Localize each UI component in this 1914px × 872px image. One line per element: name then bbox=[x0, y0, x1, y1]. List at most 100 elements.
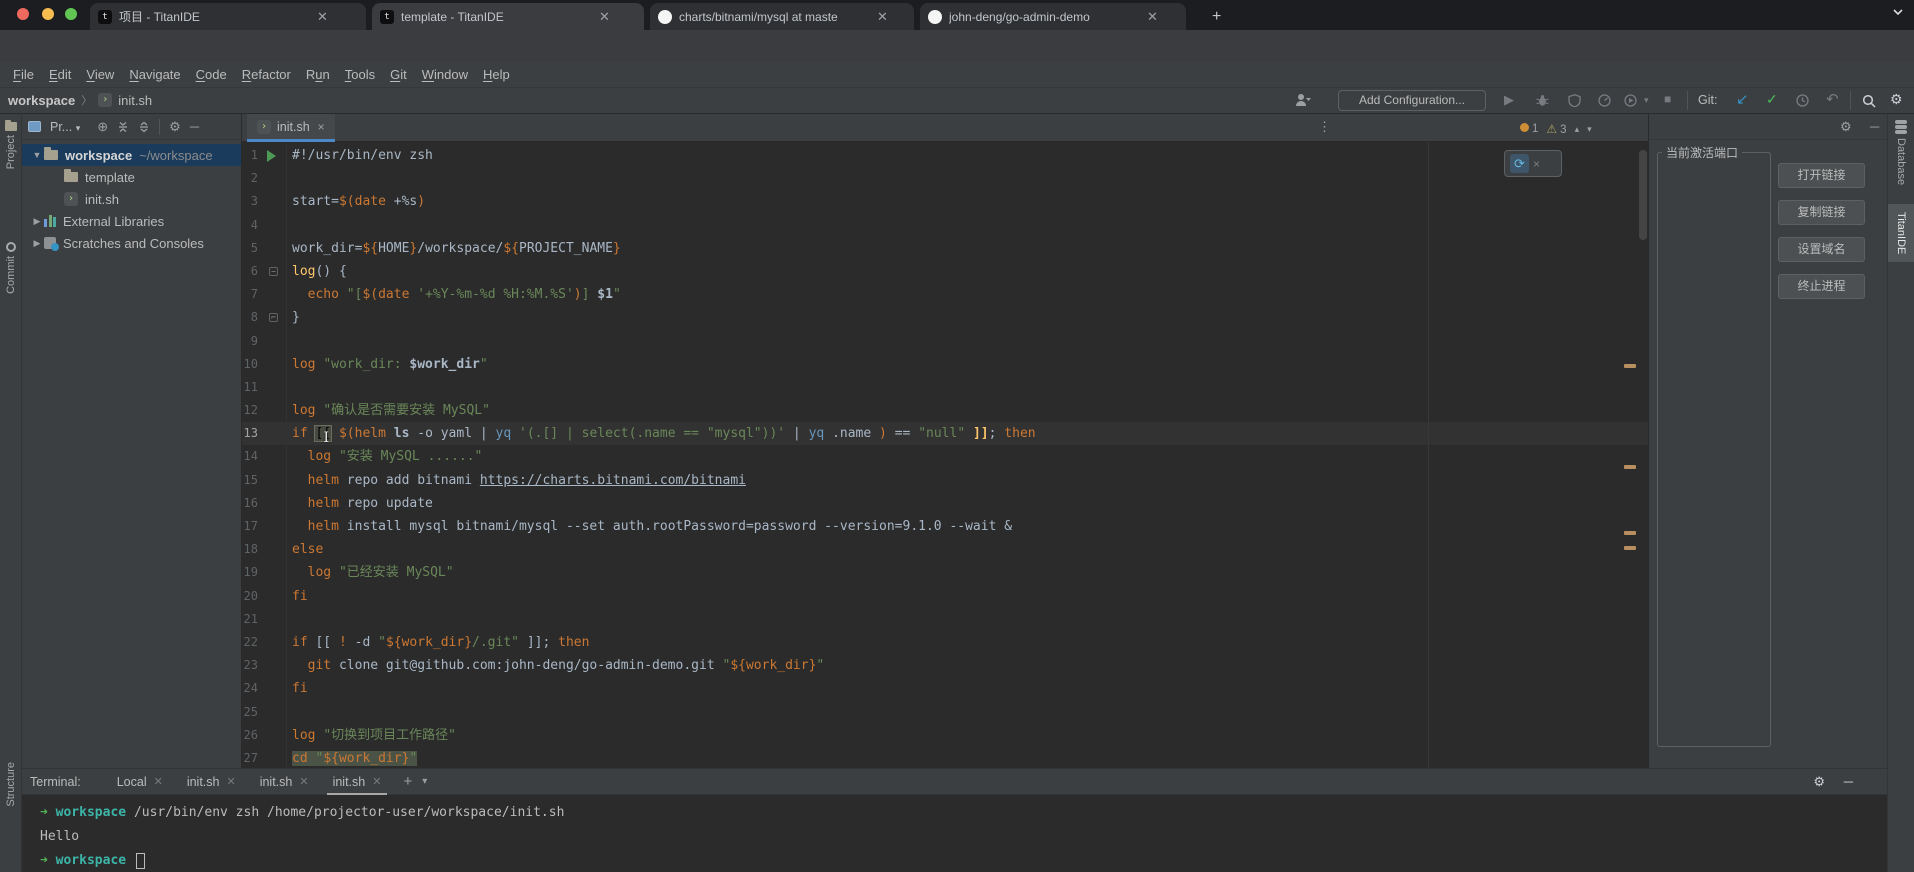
terminal-settings-gear-icon[interactable]: ⚙ bbox=[1813, 774, 1825, 790]
breadcrumb-root[interactable]: workspace bbox=[8, 93, 75, 108]
run-widget-user-icon[interactable] bbox=[1295, 92, 1311, 107]
window-minimize-button[interactable] bbox=[42, 8, 54, 20]
new-tab-button[interactable]: + bbox=[1212, 8, 1221, 26]
editor-tabs-kebab-icon[interactable]: ⋮ bbox=[1318, 119, 1331, 135]
tree-chevron-icon[interactable]: ▶ bbox=[30, 238, 44, 249]
close-icon[interactable]: ✕ bbox=[317, 9, 328, 25]
line-number: 3 bbox=[242, 190, 258, 213]
menu-file[interactable]: File bbox=[6, 65, 41, 84]
menu-tools[interactable]: Tools bbox=[338, 65, 382, 84]
line-number: 27 bbox=[242, 747, 258, 768]
terminal-hide-icon[interactable]: ─ bbox=[1844, 774, 1853, 789]
tree-chevron-icon[interactable]: ▶ bbox=[30, 216, 44, 227]
browser-tab[interactable]: john-deng/go-admin-demo✕ bbox=[920, 3, 1186, 30]
titanide-settings-gear-icon[interactable]: ⚙ bbox=[1840, 119, 1852, 135]
tree-item-scratches-and-consoles[interactable]: ▶Scratches and Consoles bbox=[22, 232, 241, 254]
menu-navigate[interactable]: Navigate bbox=[122, 65, 187, 84]
browser-tab[interactable]: t项目 - TitanIDE✕ bbox=[90, 3, 366, 30]
tab-search-chevron-icon[interactable] bbox=[1892, 6, 1904, 18]
prev-problem-chevron-icon[interactable]: ▴ bbox=[1575, 124, 1580, 135]
tree-chevron-icon[interactable]: ▼ bbox=[30, 150, 44, 160]
close-icon[interactable]: × bbox=[1533, 157, 1540, 171]
terminal-dropdown-chevron-icon[interactable]: ▾ bbox=[422, 776, 427, 787]
terminal-tab-init-sh[interactable]: init.sh✕ bbox=[248, 769, 321, 795]
debug-bug-icon[interactable] bbox=[1536, 94, 1549, 107]
menu-git[interactable]: Git bbox=[383, 65, 414, 84]
editor-scrollbar[interactable] bbox=[1638, 142, 1648, 768]
tool-stripe-database[interactable]: Database bbox=[1888, 120, 1914, 185]
open-link-button[interactable]: 打开链接 bbox=[1778, 163, 1865, 188]
tree-item-workspace[interactable]: ▼workspace~/workspace bbox=[22, 144, 241, 166]
close-icon[interactable]: ✕ bbox=[226, 775, 235, 788]
editor-code-area[interactable]: 1#!/usr/bin/env zsh23start=$(date +%s)45… bbox=[242, 142, 1648, 768]
add-configuration-button[interactable]: Add Configuration... bbox=[1338, 90, 1486, 111]
refresh-icon[interactable]: ⟳ bbox=[1510, 154, 1529, 173]
run-with-options-icon[interactable] bbox=[1624, 94, 1637, 107]
close-icon[interactable]: ✕ bbox=[154, 775, 163, 788]
scrollbar-thumb[interactable] bbox=[1639, 150, 1647, 240]
token: | bbox=[785, 426, 808, 441]
settings-gear-icon[interactable]: ⚙ bbox=[1890, 91, 1903, 108]
stop-button[interactable]: ■ bbox=[1664, 92, 1671, 106]
coverage-icon[interactable] bbox=[1568, 94, 1581, 107]
menu-code[interactable]: Code bbox=[189, 65, 234, 84]
token: "work_dir: bbox=[323, 357, 409, 372]
window-close-button[interactable] bbox=[17, 8, 29, 20]
hide-panel-icon[interactable]: ─ bbox=[190, 119, 199, 134]
profiler-icon[interactable] bbox=[1598, 94, 1611, 107]
rollback-undo-icon[interactable]: ↶ bbox=[1826, 90, 1839, 108]
tool-stripe-structure[interactable]: Structure bbox=[0, 762, 21, 807]
browser-tab[interactable]: charts/bitnami/mysql at maste✕ bbox=[650, 3, 914, 30]
token bbox=[331, 565, 339, 580]
run-options-chevron-icon[interactable]: ▾ bbox=[1644, 95, 1649, 106]
terminal-tab-local[interactable]: Local✕ bbox=[105, 769, 175, 795]
inspections-widget[interactable]: 1 ⚠3 ▴ ▾ bbox=[1520, 121, 1592, 137]
history-clock-icon[interactable] bbox=[1796, 94, 1809, 107]
close-icon[interactable]: ✕ bbox=[877, 9, 888, 25]
tool-stripe-project[interactable]: Project bbox=[0, 122, 21, 169]
copy-link-button[interactable]: 复制链接 bbox=[1778, 200, 1865, 225]
menu-run[interactable]: Run bbox=[299, 65, 337, 84]
project-view-selector[interactable]: Pr... ▾ bbox=[50, 120, 80, 134]
search-everywhere-icon[interactable] bbox=[1862, 94, 1876, 108]
menu-edit[interactable]: Edit bbox=[42, 65, 78, 84]
expand-all-icon[interactable] bbox=[117, 121, 129, 133]
toolbar-separator bbox=[1850, 91, 1851, 110]
hide-panel-icon[interactable]: ─ bbox=[1870, 119, 1879, 134]
close-icon[interactable]: ✕ bbox=[372, 775, 381, 788]
close-icon[interactable]: ✕ bbox=[1147, 9, 1158, 25]
tree-item-template[interactable]: template bbox=[22, 166, 241, 188]
menu-refactor[interactable]: Refactor bbox=[235, 65, 298, 84]
close-icon[interactable]: ✕ bbox=[299, 775, 308, 788]
fold-end-icon[interactable]: ⌐ bbox=[269, 313, 278, 322]
new-terminal-button[interactable]: + bbox=[393, 773, 422, 790]
git-update-icon[interactable]: ↙ bbox=[1736, 90, 1749, 108]
tool-stripe-titanide[interactable]: TitanIDE bbox=[1888, 204, 1914, 262]
run-line-icon[interactable] bbox=[267, 150, 276, 162]
breadcrumb-file[interactable]: init.sh bbox=[118, 93, 152, 108]
browser-tab[interactable]: ttemplate - TitanIDE✕ bbox=[372, 3, 644, 30]
fold-icon[interactable]: − bbox=[269, 267, 278, 276]
terminal-output[interactable]: ➜ workspace /usr/bin/env zsh /home/proje… bbox=[22, 795, 1887, 872]
close-icon[interactable]: × bbox=[318, 120, 325, 134]
tree-item-external-libraries[interactable]: ▶External Libraries bbox=[22, 210, 241, 232]
set-domain-button[interactable]: 设置域名 bbox=[1778, 237, 1865, 262]
menu-help[interactable]: Help bbox=[476, 65, 517, 84]
run-button[interactable]: ▶ bbox=[1504, 92, 1514, 108]
terminal-tab-init-sh[interactable]: init.sh✕ bbox=[175, 769, 248, 795]
terminal-tab-init-sh[interactable]: init.sh✕ bbox=[321, 769, 394, 795]
tool-stripe-commit[interactable]: Commit bbox=[0, 242, 21, 294]
close-icon[interactable]: ✕ bbox=[599, 9, 610, 25]
terminate-process-button[interactable]: 终止进程 bbox=[1778, 274, 1865, 299]
menu-window[interactable]: Window bbox=[415, 65, 475, 84]
menu-view[interactable]: View bbox=[79, 65, 121, 84]
tree-item-init-sh[interactable]: ›init.sh bbox=[22, 188, 241, 210]
collapse-all-icon[interactable] bbox=[138, 121, 150, 133]
select-opened-file-icon[interactable]: ⊕ bbox=[97, 119, 108, 135]
token bbox=[339, 287, 347, 302]
git-commit-check-icon[interactable]: ✓ bbox=[1766, 91, 1778, 108]
editor-tab-init-sh[interactable]: › init.sh × bbox=[247, 114, 335, 142]
next-problem-chevron-icon[interactable]: ▾ bbox=[1587, 124, 1592, 135]
window-zoom-button[interactable] bbox=[65, 8, 77, 20]
project-settings-gear-icon[interactable]: ⚙ bbox=[169, 119, 181, 135]
